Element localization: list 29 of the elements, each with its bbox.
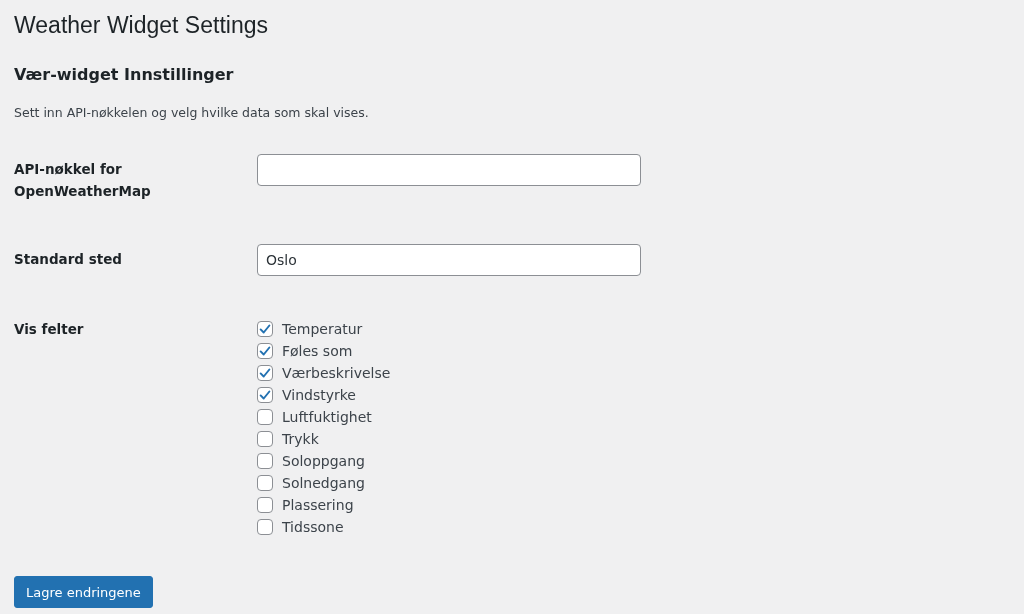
section-description: Sett inn API-nøkkelen og velg hvilke data som skal vises.	[14, 104, 370, 122]
save-button[interactable]: Lagre endringene	[14, 576, 153, 608]
checkbox[interactable]	[257, 431, 273, 447]
checkbox-label: Temperatur	[282, 321, 363, 337]
checkbox-label: Plassering	[282, 497, 354, 513]
checkbox-label: Værbeskrivelse	[282, 365, 391, 381]
field-label: Standard sted	[14, 250, 123, 269]
checkbox[interactable]	[257, 453, 273, 469]
field-label: Vis felter	[14, 320, 85, 339]
checkbox[interactable]	[257, 497, 273, 513]
text-field[interactable]	[257, 154, 641, 186]
checkbox[interactable]	[257, 365, 273, 381]
text-field[interactable]: Oslo	[257, 244, 641, 276]
checkbox[interactable]	[257, 387, 273, 403]
checkbox[interactable]	[257, 321, 273, 337]
checkbox-label: Solnedgang	[282, 475, 365, 491]
checkbox[interactable]	[257, 475, 273, 491]
section-heading: Vær-widget Innstillinger	[14, 64, 235, 86]
checkbox-label: Tidssone	[282, 519, 344, 535]
checkbox-label: Trykk	[282, 431, 319, 447]
checkbox-label: Luftfuktighet	[282, 409, 372, 425]
page-title: Weather Widget Settings	[14, 11, 269, 40]
field-label: API-nøkkel for OpenWeatherMap	[14, 160, 152, 201]
checkbox-label: Føles som	[282, 343, 353, 359]
checkbox-label: Soloppgang	[282, 453, 365, 469]
checkbox[interactable]	[257, 519, 273, 535]
checkbox[interactable]	[257, 409, 273, 425]
checkbox[interactable]	[257, 343, 273, 359]
checkbox-label: Vindstyrke	[282, 387, 356, 403]
